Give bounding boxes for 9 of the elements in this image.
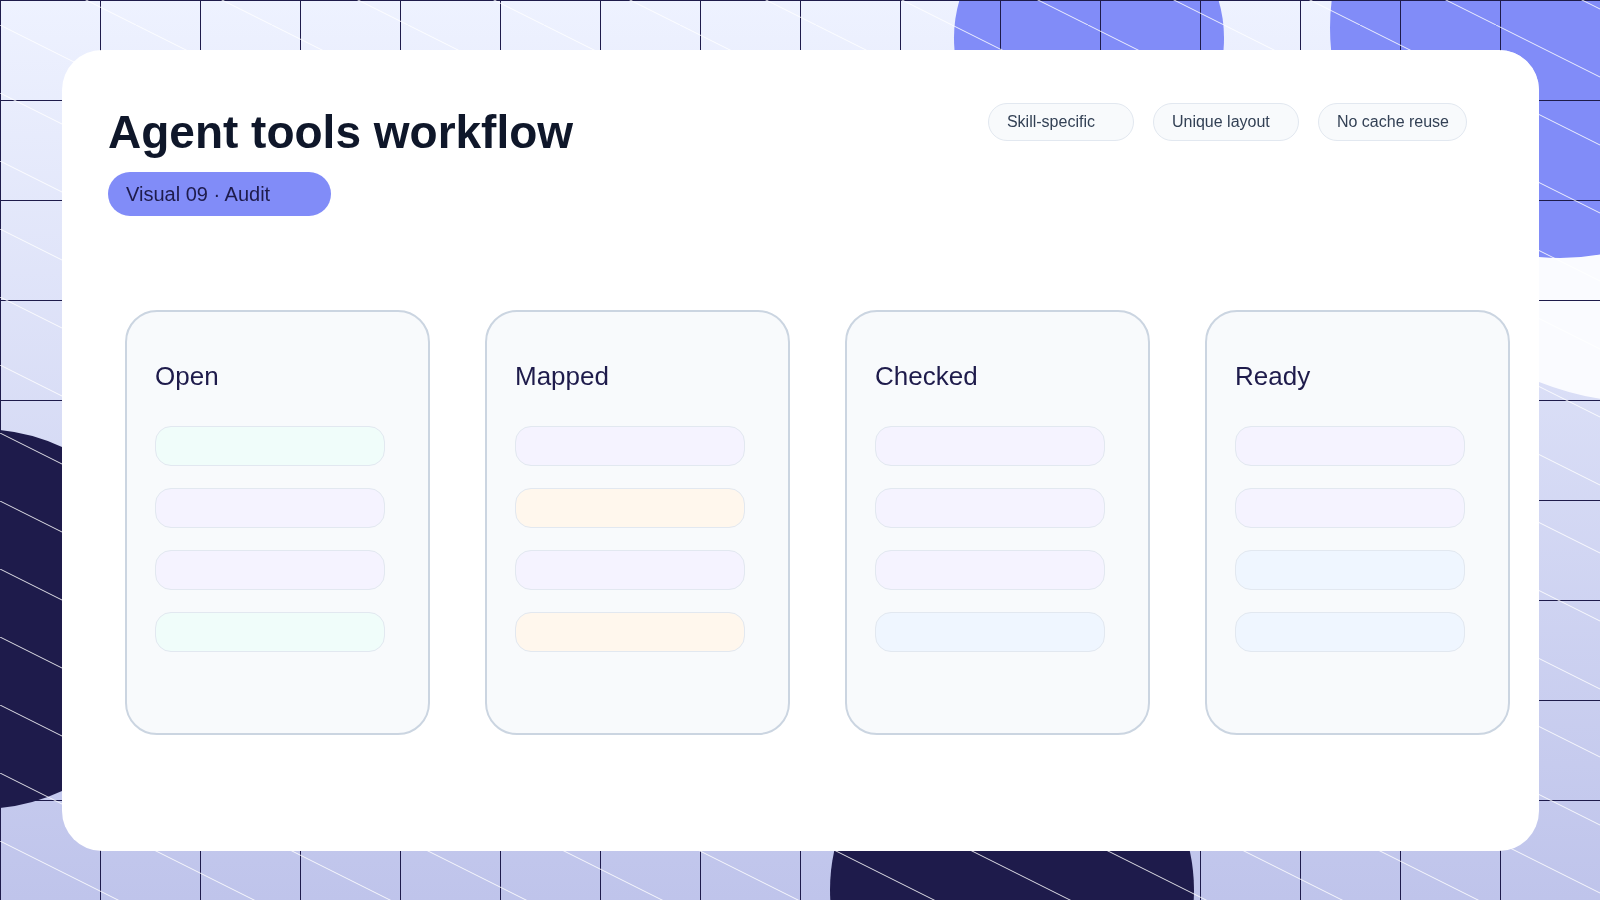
tag-chip: No cache reuse (1317, 103, 1467, 141)
tag-chip: Skill-specific (987, 103, 1134, 141)
column-title: Ready (1235, 361, 1312, 391)
label-pill: Visual 09 · Audit (108, 172, 331, 216)
column-title: Mapped (515, 361, 610, 391)
column-title: Checked (875, 361, 979, 391)
column-title: Open (155, 361, 220, 391)
page-title: Agent tools workflow (108, 105, 574, 160)
tag-chip: Unique layout (1152, 103, 1299, 141)
